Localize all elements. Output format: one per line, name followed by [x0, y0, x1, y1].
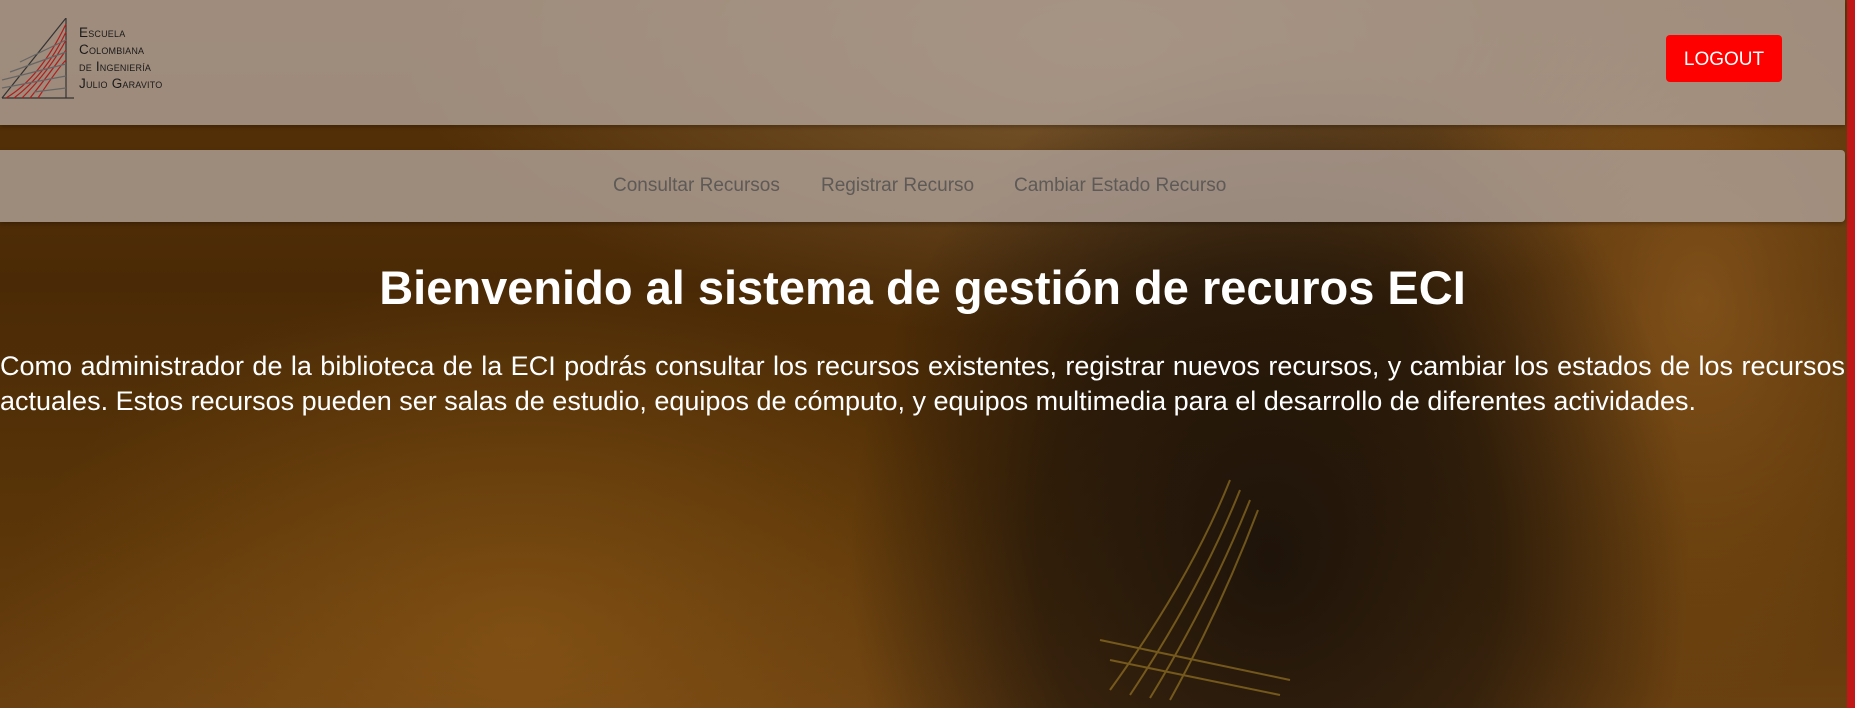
logo-line: de Ingeniería	[79, 59, 152, 74]
nav-cambiar-estado-recurso[interactable]: Cambiar Estado Recurso	[1014, 150, 1226, 222]
eci-logo-mark-icon	[1, 18, 74, 99]
nav-registrar-recurso[interactable]: Registrar Recurso	[821, 150, 974, 222]
logo-line: Julio Garavito	[79, 76, 163, 91]
logout-button[interactable]: LOGOUT	[1666, 35, 1782, 82]
top-header: Escuela Colombiana de Ingeniería Julio G…	[0, 0, 1845, 125]
page: Escuela Colombiana de Ingeniería Julio G…	[0, 0, 1855, 708]
eci-logo[interactable]: Escuela Colombiana de Ingeniería Julio G…	[0, 18, 200, 102]
logo-line: Escuela	[79, 25, 126, 40]
nav-consultar-recursos[interactable]: Consultar Recursos	[613, 150, 780, 222]
intro-paragraph: Como administrador de la biblioteca de l…	[0, 351, 1845, 416]
book-emboss-graphic	[1099, 479, 1291, 701]
eci-logo-text: Escuela Colombiana de Ingeniería Julio G…	[79, 24, 162, 92]
right-edge-bar	[1847, 0, 1855, 708]
main-navbar: Consultar Recursos Registrar Recurso Cam…	[0, 150, 1845, 222]
logo-line: Colombiana	[79, 42, 145, 57]
page-title: Bienvenido al sistema de gestión de recu…	[379, 261, 1466, 314]
